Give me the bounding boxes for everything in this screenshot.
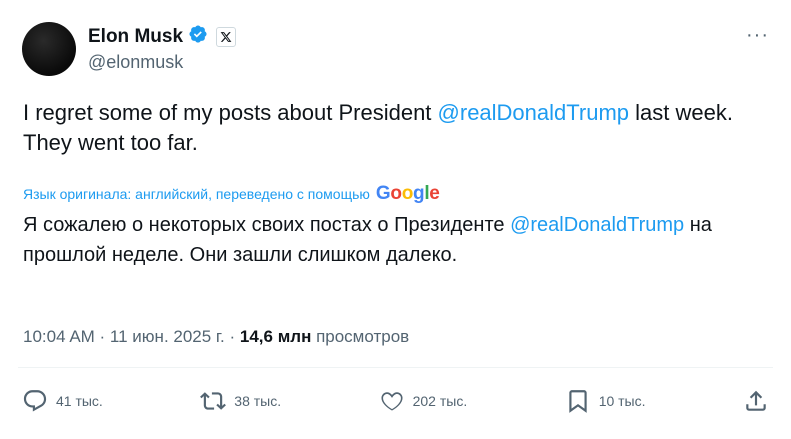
share-icon — [746, 390, 766, 411]
reply-count: 41 тыс. — [56, 393, 103, 409]
action-bar: 41 тыс. 38 тыс. 202 тыс. 10 тыс. — [22, 388, 769, 414]
heart-icon — [381, 392, 403, 411]
translated-mention-link[interactable]: @realDonaldTrump — [510, 214, 684, 236]
translation-note: Язык оригинала: английский, переведено с… — [23, 183, 440, 205]
verified-badge-icon[interactable] — [188, 24, 208, 49]
like-button[interactable]: 202 тыс. — [379, 388, 468, 414]
share-button[interactable] — [743, 388, 769, 414]
google-logo-icon: Google — [375, 183, 440, 204]
repost-icon — [200, 392, 227, 410]
translated-text: Я сожалею о некоторых своих постах о Пре… — [23, 210, 773, 270]
post-meta: 10:04 AM · 11 июн. 2025 г. · 14,6 млн пр… — [23, 327, 409, 347]
divider — [18, 367, 773, 368]
avatar[interactable] — [22, 22, 76, 76]
author-handle[interactable]: @elonmusk — [88, 52, 183, 73]
bookmark-icon — [569, 390, 587, 413]
author-display-name[interactable]: Elon Musk — [88, 26, 183, 48]
views-label: просмотров — [311, 327, 410, 346]
post-timestamp[interactable]: 10:04 AM · 11 июн. 2025 г. · — [23, 327, 240, 346]
x-logo-icon — [216, 26, 237, 47]
bookmark-button[interactable]: 10 тыс. — [565, 388, 646, 414]
post-text: I regret some of my posts about Presiden… — [23, 98, 773, 158]
repost-button[interactable]: 38 тыс. — [200, 388, 281, 414]
post-mention-link[interactable]: @realDonaldTrump — [438, 100, 629, 125]
reply-icon — [23, 390, 47, 412]
reply-button[interactable]: 41 тыс. — [22, 388, 103, 414]
views-count: 14,6 млн — [239, 327, 312, 346]
repost-count: 38 тыс. — [234, 393, 282, 409]
bookmark-count: 10 тыс. — [598, 393, 646, 409]
post-text-before: I regret some of my posts about Presiden… — [23, 100, 438, 125]
translation-note-text: Язык оригинала: английский, переведено с… — [23, 186, 370, 202]
author-name-row: Elon Musk — [88, 24, 237, 49]
translated-text-before: Я сожалею о некоторых своих постах о Пре… — [23, 214, 511, 236]
more-options-icon[interactable]: ··· — [746, 24, 769, 47]
like-count: 202 тыс. — [412, 393, 468, 409]
